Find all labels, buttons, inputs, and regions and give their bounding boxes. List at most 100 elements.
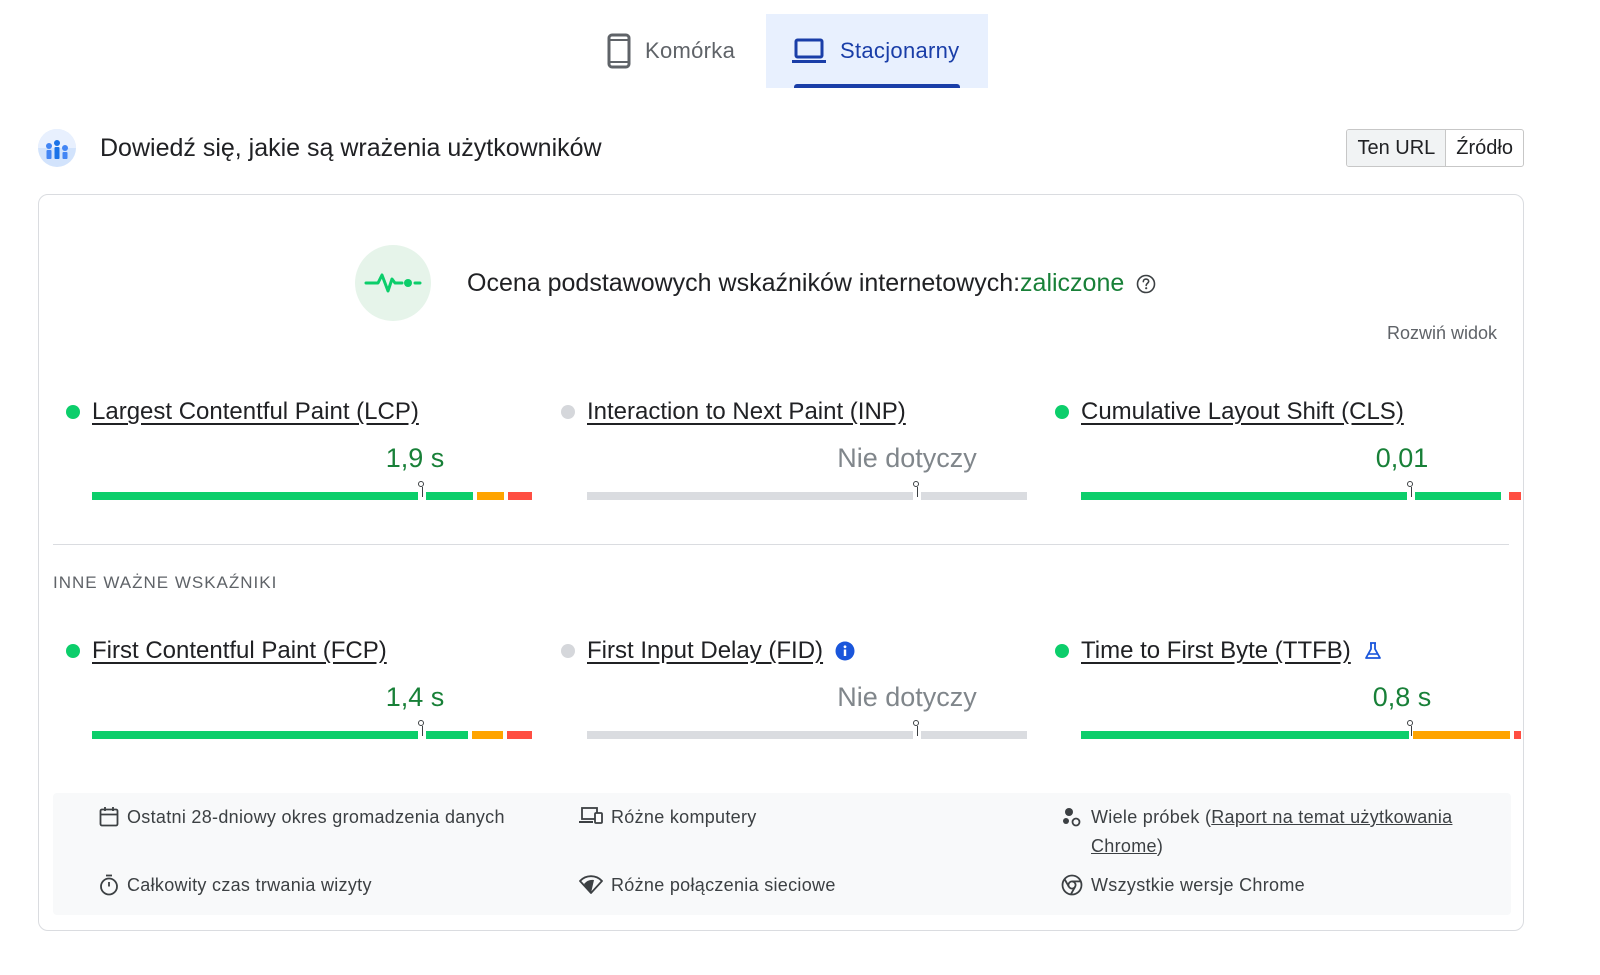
status-dot <box>1055 644 1069 658</box>
metric-value: 0,01 <box>1375 443 1429 473</box>
cwv-assessment: Ocena podstawowych wskaźników internetow… <box>355 245 1156 321</box>
pulse-icon <box>355 245 431 321</box>
info-period-text: Ostatni 28-dniowy okres gromadzenia dany… <box>127 807 505 827</box>
tab-desktop-label: Stacjonarny <box>840 38 960 63</box>
bar-segment <box>1509 492 1521 500</box>
metric-inp: Interaction to Next Paint (INP) Nie doty… <box>561 397 1027 500</box>
info-samples-suffix: ) <box>1156 836 1164 856</box>
chrome-icon <box>1061 874 1083 896</box>
info-devices-text: Różne komputery <box>611 807 757 827</box>
help-icon[interactable] <box>1136 274 1156 294</box>
laptop-icon <box>792 38 826 64</box>
bar-segment <box>507 731 532 739</box>
smartphone-icon <box>607 33 631 69</box>
metric-value: 0,8 s <box>1372 682 1432 712</box>
metric-name[interactable]: First Input Delay (FID) <box>587 637 823 665</box>
bar-segment <box>921 731 1027 739</box>
percentile-marker <box>418 481 424 500</box>
assessment-label: Ocena podstawowych wskaźników internetow… <box>467 268 1021 297</box>
percentile-marker <box>1407 481 1413 500</box>
bar-segment <box>921 492 1027 500</box>
crux-logo-icon <box>38 129 76 167</box>
metric-ttfb: Time to First Byte (TTFB) 0,8 s <box>1055 636 1521 739</box>
info-duration: Całkowity czas trwania wizyty <box>99 871 372 900</box>
lab-flask-icon[interactable] <box>1363 641 1383 661</box>
percentile-marker <box>1407 720 1413 739</box>
metric-name[interactable]: Cumulative Layout Shift (CLS) <box>1081 398 1404 426</box>
distribution-bar <box>92 720 532 739</box>
info-devices: Różne komputery <box>579 803 757 832</box>
metric-value: Nie dotyczy <box>837 443 977 473</box>
bar-segment <box>1514 731 1521 739</box>
status-dot <box>66 644 80 658</box>
samples-icon <box>1061 806 1083 828</box>
info-samples: Wiele próbek (Raport na temat użytkowani… <box>1061 803 1501 861</box>
status-dot <box>66 405 80 419</box>
metric-value: 1,4 s <box>385 682 445 712</box>
page-title: Dowiedź się, jakie są wrażenia użytkowni… <box>100 133 602 162</box>
bar-segment <box>92 492 418 500</box>
info-period: Ostatni 28-dniowy okres gromadzenia dany… <box>99 803 505 832</box>
distribution-bar <box>1081 720 1521 739</box>
toggle-this-url[interactable]: Ten URL <box>1347 130 1447 166</box>
bar-segment <box>1081 731 1409 739</box>
toggle-origin[interactable]: Źródło <box>1446 130 1523 166</box>
distribution-bar <box>587 720 1027 739</box>
distribution-bar <box>587 481 1027 500</box>
info-icon[interactable] <box>835 641 855 661</box>
info-chrome-text: Wszystkie wersje Chrome <box>1091 875 1305 895</box>
tab-mobile[interactable]: Komórka <box>595 14 766 88</box>
status-dot <box>1055 405 1069 419</box>
metric-name[interactable]: Largest Contentful Paint (LCP) <box>92 398 419 426</box>
bar-segment <box>92 731 418 739</box>
bar-segment <box>426 731 468 739</box>
expand-view-link[interactable]: Rozwiń widok <box>1387 323 1497 344</box>
bar-segment <box>508 492 532 500</box>
section-header: Dowiedź się, jakie są wrażenia użytkowni… <box>38 128 1524 168</box>
divider <box>53 544 1509 545</box>
info-duration-text: Całkowity czas trwania wizyty <box>127 875 372 895</box>
tab-desktop[interactable]: Stacjonarny <box>766 14 988 88</box>
info-samples-prefix: Wiele próbek ( <box>1091 807 1212 827</box>
status-dot <box>561 644 575 658</box>
info-samples-text: Wiele próbek (Raport na temat użytkowani… <box>1091 803 1501 861</box>
status-dot <box>561 405 575 419</box>
other-metrics-heading: INNE WAŻNE WSKAŹNIKI <box>53 573 278 592</box>
network-icon <box>579 874 603 894</box>
calendar-icon <box>99 806 119 828</box>
device-tabs: Komórka Stacjonarny <box>595 14 988 88</box>
bar-segment <box>1415 492 1501 500</box>
metric-name[interactable]: Time to First Byte (TTFB) <box>1081 637 1351 665</box>
devices-icon <box>579 806 603 826</box>
distribution-bar <box>1081 481 1521 500</box>
timer-icon <box>99 874 119 896</box>
bar-segment <box>587 731 913 739</box>
percentile-marker <box>418 720 424 739</box>
percentile-marker <box>913 481 919 500</box>
bar-segment <box>472 731 503 739</box>
tab-mobile-label: Komórka <box>645 38 736 63</box>
metric-fcp: First Contentful Paint (FCP) 1,4 s <box>66 636 532 739</box>
field-data-card: Ocena podstawowych wskaźników internetow… <box>38 194 1524 931</box>
metric-cls: Cumulative Layout Shift (CLS) 0,01 <box>1055 397 1521 500</box>
info-network-text: Różne połączenia sieciowe <box>611 875 836 895</box>
info-chrome: Wszystkie wersje Chrome <box>1061 871 1305 900</box>
metric-value: Nie dotyczy <box>837 682 977 712</box>
data-info-panel: Ostatni 28-dniowy okres gromadzenia dany… <box>53 793 1511 915</box>
metric-value: 1,9 s <box>385 443 445 473</box>
bar-segment <box>426 492 473 500</box>
percentile-marker <box>913 720 919 739</box>
distribution-bar <box>92 481 532 500</box>
info-network: Różne połączenia sieciowe <box>579 871 836 900</box>
assessment-result: zaliczone <box>1020 268 1125 297</box>
bar-segment <box>477 492 504 500</box>
metric-name[interactable]: Interaction to Next Paint (INP) <box>587 398 906 426</box>
bar-segment <box>1081 492 1407 500</box>
url-origin-toggle: Ten URL Źródło <box>1346 129 1524 167</box>
metric-name[interactable]: First Contentful Paint (FCP) <box>92 637 387 665</box>
assessment-text: Ocena podstawowych wskaźników internetow… <box>467 269 1156 298</box>
metric-lcp: Largest Contentful Paint (LCP) 1,9 s <box>66 397 532 500</box>
metric-fid: First Input Delay (FID) Nie dotyczy <box>561 636 1027 739</box>
bar-segment <box>587 492 913 500</box>
bar-segment <box>1413 731 1510 739</box>
